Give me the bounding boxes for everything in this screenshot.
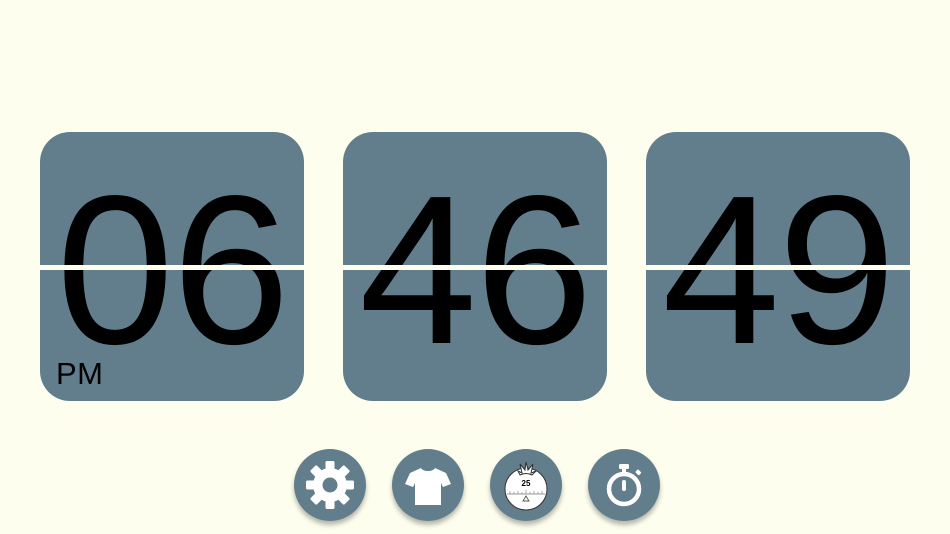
tomato-timer-icon: 25 (504, 461, 548, 511)
minutes-card: 46 (343, 132, 607, 401)
pomodoro-duration-label: 25 (522, 479, 531, 488)
stopwatch-button[interactable] (588, 449, 660, 521)
am-pm-indicator: PM (56, 356, 104, 391)
flip-divider (343, 265, 607, 270)
gear-icon (306, 461, 354, 509)
hours-card: 06 PM (40, 132, 304, 401)
tshirt-icon (405, 468, 451, 505)
seconds-card: 49 (646, 132, 910, 401)
pomodoro-button[interactable]: 25 (490, 449, 562, 521)
flip-divider (40, 265, 304, 270)
theme-button[interactable] (392, 449, 464, 521)
flip-clock-screen: 06 PM 46 49 25 (0, 0, 950, 534)
stopwatch-icon (606, 464, 642, 507)
flip-divider (646, 265, 910, 270)
settings-button[interactable] (294, 449, 366, 521)
